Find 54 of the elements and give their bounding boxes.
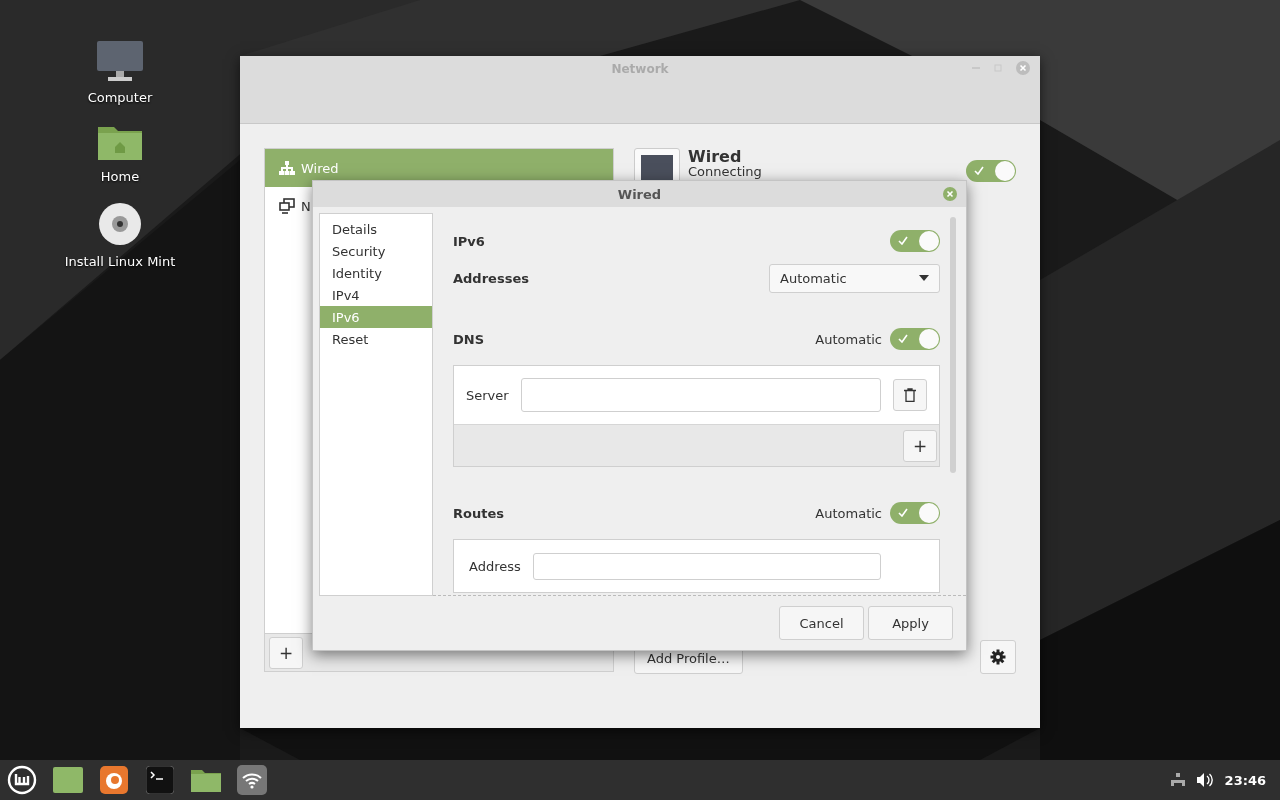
connection-label: Wired bbox=[301, 160, 339, 176]
toggle-switch[interactable] bbox=[890, 502, 940, 524]
browser-icon[interactable] bbox=[98, 764, 130, 796]
scrollbar[interactable] bbox=[950, 217, 956, 473]
gear-icon bbox=[990, 649, 1006, 665]
toggle-switch[interactable] bbox=[890, 328, 940, 350]
field-label: Server bbox=[466, 387, 509, 403]
dialog-title: Wired bbox=[617, 186, 662, 202]
toggle-switch[interactable] bbox=[966, 160, 1016, 182]
trash-icon bbox=[904, 388, 916, 402]
volume-icon[interactable] bbox=[1196, 773, 1213, 787]
clock: 23:46 bbox=[1224, 772, 1266, 788]
device-status: Connecting bbox=[688, 165, 763, 179]
dialog-button[interactable]: Apply bbox=[868, 606, 953, 640]
section-title: Routes bbox=[453, 505, 504, 521]
server-field[interactable] bbox=[520, 378, 881, 412]
dialog-button[interactable]: Cancel bbox=[779, 606, 864, 640]
check-icon bbox=[974, 166, 984, 175]
network-icon[interactable] bbox=[1170, 773, 1185, 787]
automatic-label: Automatic bbox=[815, 505, 882, 521]
page-item[interactable]: Security bbox=[320, 240, 432, 262]
add-button[interactable]: + bbox=[903, 429, 937, 462]
page-item[interactable]: Identity bbox=[320, 262, 432, 284]
address-field[interactable] bbox=[532, 552, 881, 580]
automatic-label: Automatic bbox=[815, 331, 882, 347]
check-icon bbox=[898, 236, 908, 245]
settings-button[interactable] bbox=[980, 640, 1016, 674]
terminal-icon[interactable] bbox=[144, 764, 176, 796]
page-item[interactable]: Reset bbox=[320, 328, 432, 350]
addresses-dropdown[interactable]: Automatic bbox=[769, 263, 940, 293]
window-icon[interactable] bbox=[52, 764, 84, 796]
wifi-icon[interactable] bbox=[236, 764, 268, 796]
desktop-icon-label[interactable]: Home bbox=[100, 169, 140, 184]
monitor-icon[interactable] bbox=[96, 40, 144, 82]
connection-label: N bbox=[301, 198, 311, 214]
add-button[interactable]: + bbox=[269, 636, 303, 669]
check-icon bbox=[898, 334, 908, 343]
page-item[interactable]: Details bbox=[320, 218, 432, 240]
section-title: DNS bbox=[453, 331, 485, 347]
device-name: Wired bbox=[688, 148, 743, 165]
menu-icon[interactable] bbox=[6, 764, 38, 796]
page-item[interactable]: IPv4 bbox=[320, 284, 432, 306]
computers-icon bbox=[279, 198, 295, 214]
field-label: Address bbox=[469, 558, 521, 574]
disc-icon[interactable] bbox=[98, 202, 142, 246]
desktop-icon-label[interactable]: Install Linux Mint bbox=[64, 254, 176, 269]
section-title: IPv6 bbox=[453, 233, 485, 249]
check-icon bbox=[898, 508, 908, 517]
desktop-icon-label[interactable]: Computer bbox=[87, 90, 153, 105]
field-label: Addresses bbox=[453, 270, 529, 286]
toggle-switch[interactable] bbox=[890, 230, 940, 252]
network-icon bbox=[279, 160, 295, 176]
delete-button[interactable] bbox=[893, 379, 927, 411]
caret-icon bbox=[919, 275, 929, 281]
